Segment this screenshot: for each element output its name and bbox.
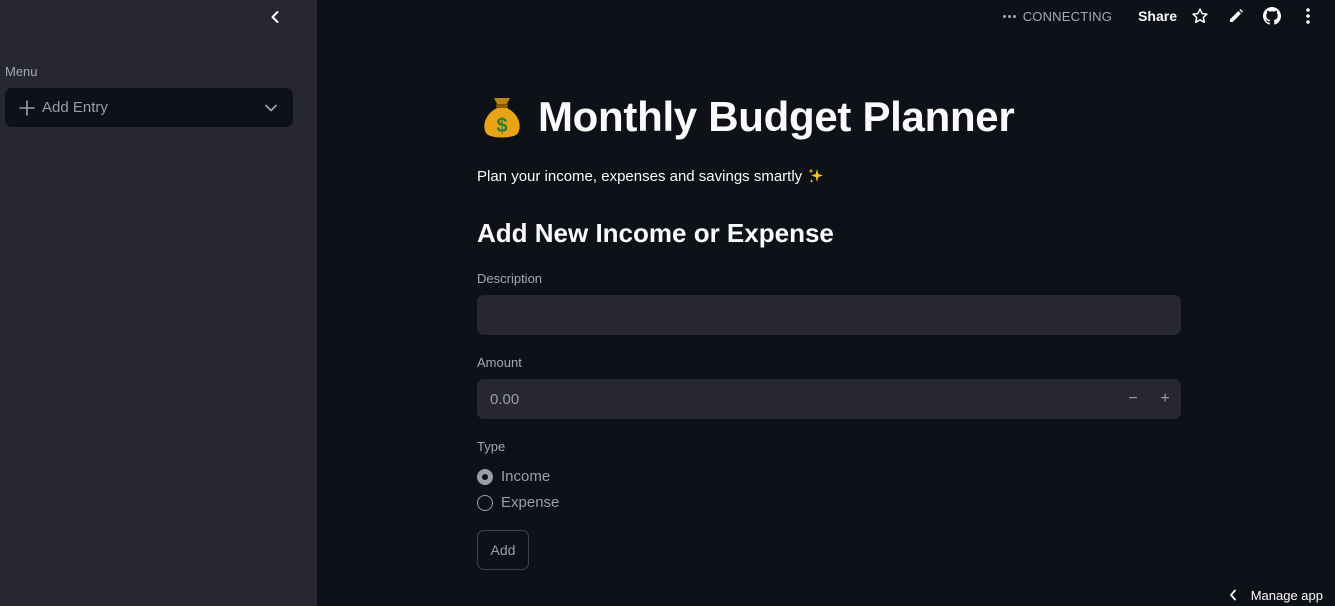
description-input[interactable] [477, 295, 1181, 335]
amount-label: Amount [477, 355, 522, 370]
section-title: Add New Income or Expense [477, 218, 834, 248]
sparkles-icon [807, 167, 825, 185]
manage-app-label: Manage app [1250, 587, 1323, 603]
description-label: Description [477, 271, 543, 286]
sidebar: Menu Add Entry [0, 0, 317, 606]
plus-icon [19, 99, 35, 116]
navigation-select-value: Add Entry [42, 99, 108, 116]
chevron-down-icon [263, 100, 279, 116]
chevron-left-icon [1229, 589, 1237, 601]
collapse-sidebar-button[interactable] [264, 8, 286, 30]
svg-text:$: $ [496, 115, 507, 137]
money-bag-icon: $ [477, 92, 527, 142]
star-icon[interactable] [1189, 5, 1211, 27]
radio-expense[interactable]: Expense [477, 494, 559, 511]
kebab-menu-icon[interactable] [1297, 5, 1319, 27]
manage-app-button[interactable]: Manage app [1229, 584, 1323, 606]
radio-income[interactable]: Income [477, 468, 550, 485]
radio-checked-icon [477, 468, 493, 485]
navigation-select[interactable]: Add Entry [5, 88, 293, 127]
amount-increment-button[interactable]: + [1149, 379, 1181, 419]
pencil-icon[interactable] [1225, 5, 1247, 27]
page-title: $ Monthly Budget Planner [477, 92, 1015, 142]
chevron-left-icon [269, 10, 281, 29]
github-icon[interactable] [1261, 5, 1283, 27]
radio-expense-label: Expense [501, 494, 560, 511]
top-toolbar: CONNECTING Share [1002, 0, 1335, 32]
amount-value[interactable]: 0.00 [477, 391, 1117, 408]
page-subtitle-text: Plan your income, expenses and savings s… [477, 167, 803, 185]
add-button[interactable]: Add [477, 530, 529, 570]
radio-unchecked-icon [477, 494, 493, 511]
running-dots-icon [1002, 14, 1016, 18]
page-title-text: Monthly Budget Planner [538, 93, 1015, 140]
amount-input[interactable]: 0.00 − + [477, 379, 1181, 419]
page-subtitle: Plan your income, expenses and savings s… [477, 167, 825, 185]
radio-income-label: Income [501, 468, 551, 485]
amount-decrement-button[interactable]: − [1117, 379, 1149, 419]
sidebar-menu-label: Menu [5, 64, 38, 79]
share-button[interactable]: Share [1138, 8, 1177, 24]
type-label: Type [477, 439, 506, 454]
connection-status-text: CONNECTING [1022, 8, 1113, 24]
connection-status: CONNECTING [1002, 8, 1113, 24]
